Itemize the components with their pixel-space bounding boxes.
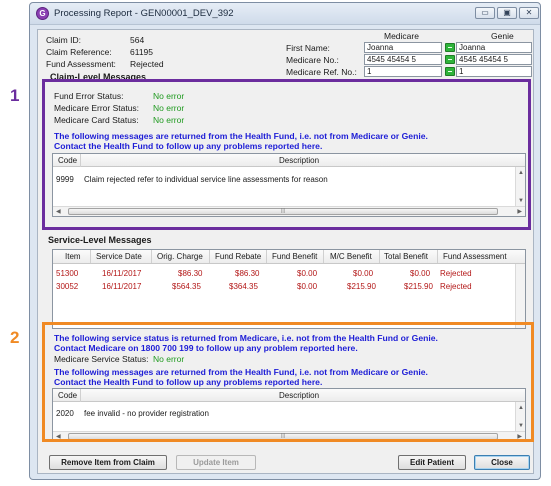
copy-first-name-button[interactable] [445,43,455,52]
fund-rebate-column-header[interactable]: Fund Rebate [215,252,261,261]
fund-assessment-label: Fund Assessment: [46,59,116,69]
title-bar[interactable]: G Processing Report - GEN00001_DEV_392 ▭… [30,3,540,25]
app-logo-icon: G [36,7,49,20]
row-service-date: 16/11/2017 [102,269,142,278]
service-lines-header: Item Service Date Orig. Charge Fund Reba… [53,250,525,264]
service-date-column-header[interactable]: Service Date [96,252,142,261]
maximize-button[interactable]: ▣ [497,7,517,19]
genie-ref-field[interactable]: 1 [456,66,532,77]
claim-id-value: 564 [130,35,145,45]
remove-item-button[interactable]: Remove Item from Claim [49,455,167,470]
medicare-ref-label: Medicare Ref. No.: [286,67,357,77]
row-total-benefit: $0.00 [410,269,431,278]
row-service-date: 16/11/2017 [102,282,142,291]
claim-level-highlight-box [42,79,531,230]
fund-assessment-value: Rejected [130,59,164,69]
claim-reference-value: 61195 [130,47,154,57]
row-fund-benefit: $0.00 [297,282,318,291]
row-fund-rebate: $364.35 [229,282,258,291]
copy-medicare-ref-button[interactable] [445,67,455,76]
row-orig-charge: $564.35 [172,282,201,291]
close-button[interactable]: Close [474,455,530,470]
annotation-marker-2: 2 [10,328,20,347]
service-lines-grid[interactable]: Item Service Date Orig. Charge Fund Reba… [52,249,526,329]
update-item-button[interactable]: Update Item [176,455,256,470]
row-total-benefit: $215.90 [404,282,433,291]
row-mc-benefit: $0.00 [353,269,374,278]
row-item: 51300 [56,269,79,278]
service-level-title: Service-Level Messages [48,235,152,245]
copy-medicare-number-button[interactable] [445,55,455,64]
item-column-header[interactable]: Item [65,252,81,261]
fund-assessment-column-header[interactable]: Fund Assessment [443,252,507,261]
row-fund-assessment: Rejected [440,269,472,278]
row-fund-rebate: $86.30 [235,269,260,278]
minimize-button[interactable]: ▭ [475,7,495,19]
total-benefit-column-header[interactable]: Total Benefit [384,252,428,261]
row-fund-assessment: Rejected [440,282,472,291]
first-name-label: First Name: [286,43,330,53]
medicare-number-field[interactable]: 4545 45454 5 [364,54,442,65]
medicare-first-name-field[interactable]: Joanna [364,42,442,53]
row-item: 30052 [56,282,79,291]
mc-benefit-column-header[interactable]: M/C Benefit [330,252,372,261]
claim-reference-label: Claim Reference: [46,47,112,57]
medicare-column-header: Medicare [384,31,419,41]
window-title: Processing Report - GEN00001_DEV_392 [54,8,234,19]
row-mc-benefit: $215.90 [347,282,376,291]
fund-benefit-column-header[interactable]: Fund Benefit [272,252,317,261]
service-status-highlight-box [42,322,534,442]
medicare-ref-field[interactable]: 1 [364,66,442,77]
medicare-no-label: Medicare No.: [286,55,339,65]
row-orig-charge: $86.30 [178,269,203,278]
annotation-marker-1: 1 [10,86,20,105]
row-fund-benefit: $0.00 [297,269,318,278]
close-window-button[interactable]: ✕ [519,7,539,19]
edit-patient-button[interactable]: Edit Patient [398,455,466,470]
claim-id-label: Claim ID: [46,35,81,45]
genie-medicare-number-field[interactable]: 4545 45454 5 [456,54,532,65]
service-lines-vscroll[interactable] [515,264,525,328]
genie-column-header: Genie [491,31,514,41]
genie-first-name-field[interactable]: Joanna [456,42,532,53]
orig-charge-column-header[interactable]: Orig. Charge [157,252,203,261]
